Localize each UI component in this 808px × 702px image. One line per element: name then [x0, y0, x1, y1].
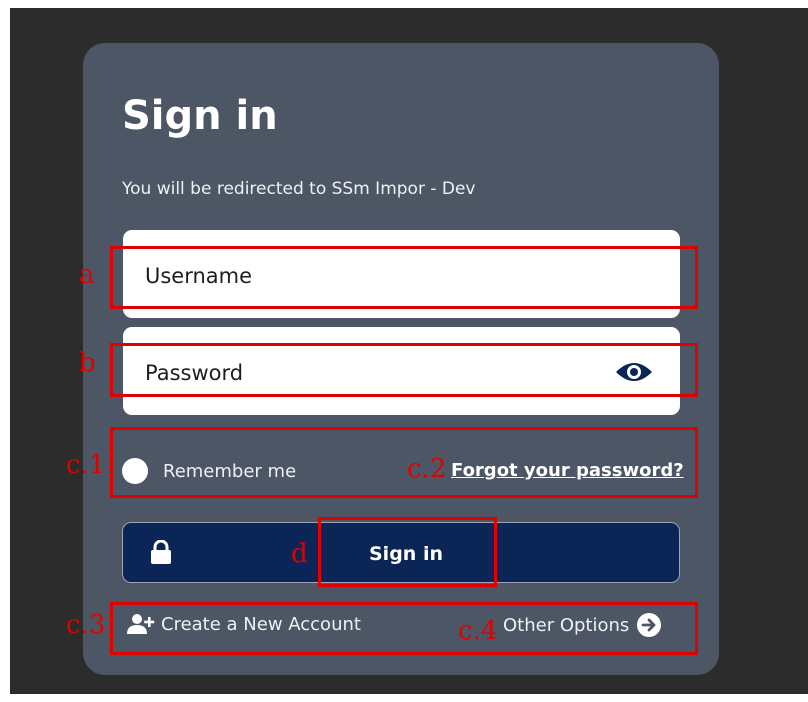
annotation-label-c3: c.3 [66, 610, 106, 640]
annotation-label-d: d [291, 539, 308, 569]
lock-icon [151, 540, 171, 564]
annotation-label-c4: c.4 [458, 616, 498, 646]
page-title: Sign in [122, 93, 278, 139]
annotation-label-a: a [79, 260, 95, 290]
annotation-box-b [110, 343, 698, 397]
annotation-label-c2: c.2 [407, 454, 447, 484]
annotation-label-c1: c.1 [66, 450, 106, 480]
annotation-box-c1-c2 [110, 427, 698, 498]
annotation-box-d [318, 517, 497, 587]
annotation-box-c3-c4 [110, 602, 698, 655]
annotation-box-a [110, 246, 698, 309]
annotation-label-b: b [79, 348, 96, 378]
redirect-notice: You will be redirected to SSm Impor - De… [122, 179, 476, 199]
